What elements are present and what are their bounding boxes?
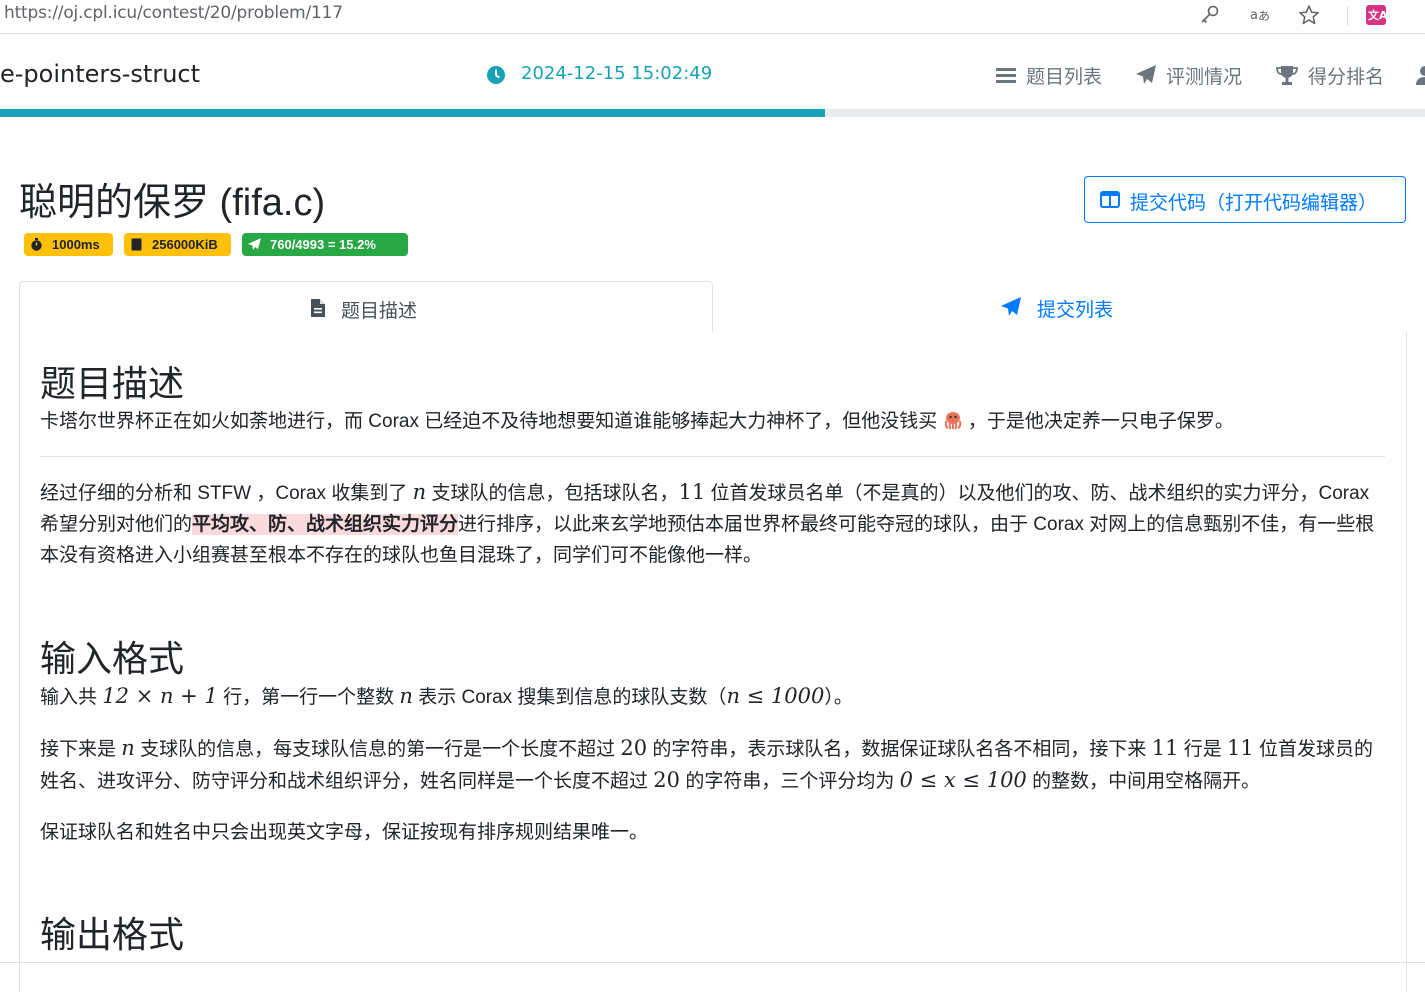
memory-limit-badge: 256000KiB bbox=[124, 233, 231, 256]
text-span: 表示 Corax 搜集到信息的球队支数（ bbox=[418, 687, 727, 708]
text-span: 行，第一行一个整数 bbox=[223, 687, 395, 708]
svg-text:文A: 文A bbox=[1368, 8, 1387, 22]
file-icon bbox=[311, 299, 325, 317]
nav-ranking[interactable]: 得分排名 bbox=[1308, 62, 1384, 89]
memory-limit-value: 256000KiB bbox=[152, 237, 218, 252]
paper-plane-icon bbox=[1136, 65, 1156, 84]
text-span: 卡塔尔世界杯正在如火如荼地进行，而 Corax 已经迫不及待地想要知道谁能够捧起… bbox=[40, 411, 938, 432]
paper-plane-icon bbox=[1001, 297, 1021, 316]
paper-plane-icon bbox=[248, 238, 261, 250]
nav-judge-status[interactable]: 评测情况 bbox=[1166, 62, 1242, 89]
contest-time-progress bbox=[0, 109, 1425, 117]
star-icon[interactable] bbox=[1298, 4, 1320, 26]
acceptance-value: 760/4993 = 15.2% bbox=[270, 237, 376, 252]
text-span: 的字符串，三个评分均为 bbox=[685, 771, 895, 792]
problem-title: 聪明的保罗 (fifa.c) bbox=[19, 182, 326, 224]
viewport-bottom-border bbox=[0, 962, 1425, 963]
svg-text:あ: あ bbox=[1258, 9, 1270, 23]
submit-code-button[interactable]: 提交代码（打开代码编辑器） bbox=[1084, 176, 1406, 223]
user-icon[interactable] bbox=[1414, 64, 1425, 86]
math-number: 20 bbox=[653, 768, 681, 792]
problem-tabs: 题目描述 提交列表 bbox=[19, 281, 1406, 334]
acceptance-badge: 760/4993 = 15.2% bbox=[242, 233, 408, 256]
url-text[interactable]: https://oj.cpl.icu/contest/20/problem/11… bbox=[4, 3, 343, 23]
key-icon[interactable] bbox=[1199, 4, 1221, 26]
text-span: ）。 bbox=[824, 687, 853, 708]
input-paragraph-1: 输入共 12 × n + 1 行，第一行一个整数 n 表示 Corax 搜集到信… bbox=[40, 681, 1385, 713]
text-span: 接下来是 bbox=[40, 739, 117, 760]
tab-description[interactable]: 题目描述 bbox=[19, 281, 713, 334]
highlighted-text: 平均攻、防、战术组织实力评分 bbox=[192, 514, 459, 535]
columns-icon bbox=[1100, 191, 1120, 208]
text-span: 经过仔细的分析和 STFW ，Corax 收集到了 bbox=[40, 483, 408, 504]
math-n: n bbox=[121, 736, 135, 760]
divider bbox=[40, 456, 1385, 457]
octopus-emoji-icon bbox=[944, 412, 961, 430]
math-number: 11 bbox=[1227, 736, 1254, 760]
server-clock: 2024-12-15 15:02:49 bbox=[521, 63, 713, 84]
stopwatch-icon bbox=[31, 238, 42, 251]
description-heading: 题目描述 bbox=[40, 363, 185, 404]
svg-text:a: a bbox=[1250, 8, 1258, 23]
site-header: e-pointers-struct 2024-12-15 15:02:49 题目… bbox=[0, 34, 1425, 110]
memory-icon bbox=[131, 238, 142, 251]
submit-code-label: 提交代码（打开代码编辑器） bbox=[1130, 193, 1378, 214]
toolbar-separator bbox=[1347, 6, 1348, 26]
text-span: 支球队的信息，每支球队信息的第一行是一个长度不超过 bbox=[140, 739, 616, 760]
input-format-heading: 输入格式 bbox=[40, 638, 185, 679]
time-limit-value: 1000ms bbox=[52, 237, 100, 252]
tab-description-label: 题目描述 bbox=[341, 301, 418, 322]
text-span: ，于是他决定养一只电子保罗。 bbox=[967, 411, 1234, 432]
description-paragraph-2: 经过仔细的分析和 STFW ，Corax 收集到了 n 支球队的信息，包括球队名… bbox=[40, 477, 1385, 571]
math-n: n bbox=[399, 684, 413, 708]
math-expression: 0 ≤ x ≤ 100 bbox=[899, 768, 1027, 792]
nav-problem-list[interactable]: 题目列表 bbox=[1026, 62, 1102, 89]
contest-name[interactable]: e-pointers-struct bbox=[0, 60, 200, 88]
list-icon bbox=[996, 68, 1016, 83]
text-span: 行是 bbox=[1183, 739, 1222, 760]
tab-submissions[interactable]: 提交列表 bbox=[712, 281, 1406, 332]
extension-translate-icon[interactable]: 文A bbox=[1365, 4, 1387, 26]
description-paragraph-1: 卡塔尔世界杯正在如火如荼地进行，而 Corax 已经迫不及待地想要知道谁能够捧起… bbox=[40, 406, 1385, 437]
text-span: 的字符串，表示球队名，数据保证球队名各不相同，接下来 bbox=[652, 739, 1147, 760]
contest-time-progress-fill bbox=[0, 109, 826, 117]
trophy-icon bbox=[1276, 66, 1298, 85]
clock-icon bbox=[487, 66, 505, 84]
math-number: 11 bbox=[678, 480, 706, 504]
math-expression: n ≤ 1000 bbox=[726, 684, 825, 708]
math-number: 11 bbox=[1151, 736, 1179, 760]
math-number: 20 bbox=[620, 736, 648, 760]
text-span: 输入共 bbox=[40, 687, 98, 708]
browser-address-bar: https://oj.cpl.icu/contest/20/problem/11… bbox=[0, 0, 1425, 34]
math-n: n bbox=[412, 480, 427, 504]
translate-icon[interactable]: a あ bbox=[1249, 4, 1271, 26]
input-paragraph-2: 接下来是 n 支球队的信息，每支球队信息的第一行是一个长度不超过 20 的字符串… bbox=[40, 733, 1385, 797]
math-expression: 12 × n + 1 bbox=[102, 684, 218, 708]
text-span: 的整数，中间用空格隔开。 bbox=[1032, 771, 1261, 792]
tab-submissions-label: 提交列表 bbox=[1037, 300, 1114, 321]
input-paragraph-3: 保证球队名和姓名中只会出现英文字母，保证按现有排序规则结果唯一。 bbox=[40, 822, 649, 843]
output-format-heading: 输出格式 bbox=[40, 914, 185, 955]
time-limit-badge: 1000ms bbox=[24, 233, 113, 256]
text-span: 支球队的信息，包括球队名， bbox=[431, 483, 679, 504]
